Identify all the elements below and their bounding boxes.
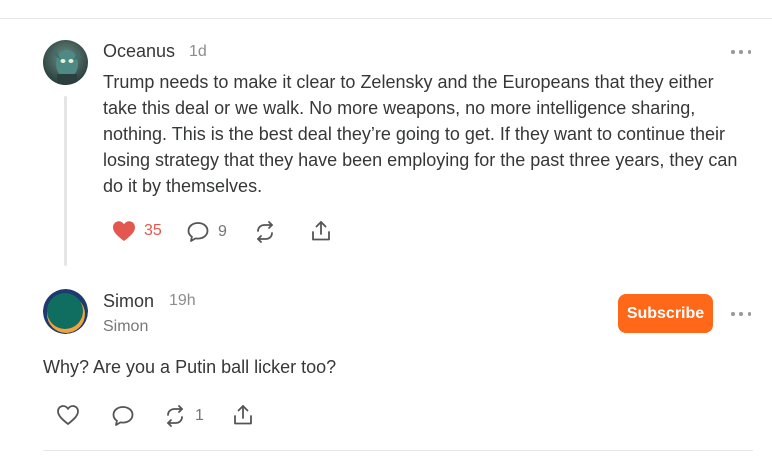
author-name[interactable]: Simon bbox=[103, 291, 154, 312]
like-button[interactable] bbox=[56, 404, 80, 426]
reply-button[interactable] bbox=[111, 404, 135, 428]
restack-count: 1 bbox=[195, 407, 204, 424]
subscribe-button[interactable]: Subscribe bbox=[618, 294, 713, 333]
restack-button[interactable]: 1 bbox=[163, 404, 204, 428]
share-button[interactable] bbox=[309, 219, 333, 243]
oceanus-avatar[interactable] bbox=[43, 40, 88, 85]
circle-gradient-avatar-icon bbox=[43, 289, 88, 334]
comment-time[interactable]: 19h bbox=[169, 292, 196, 310]
more-options-icon[interactable] bbox=[731, 309, 751, 319]
heart-outline-icon bbox=[57, 405, 79, 425]
restack-icon bbox=[257, 221, 273, 243]
thread-line bbox=[64, 96, 67, 266]
author-handle: Simon bbox=[103, 318, 149, 335]
share-button[interactable] bbox=[231, 403, 255, 427]
comment-bubble-icon bbox=[187, 222, 209, 242]
top-divider bbox=[0, 18, 772, 19]
reply-button[interactable]: 9 bbox=[186, 220, 227, 244]
share-icon bbox=[234, 405, 252, 425]
comment-bubble-icon bbox=[112, 406, 134, 426]
restack-icon bbox=[167, 405, 183, 427]
like-button[interactable]: 35 bbox=[112, 220, 162, 242]
restack-button[interactable] bbox=[253, 220, 277, 244]
comment-time[interactable]: 1d bbox=[189, 43, 207, 61]
simon-avatar[interactable] bbox=[43, 289, 88, 334]
heart-filled-icon bbox=[113, 221, 135, 241]
bottom-divider bbox=[43, 450, 753, 451]
more-options-icon[interactable] bbox=[731, 47, 751, 57]
alien-portrait-avatar-icon bbox=[43, 40, 88, 85]
comment-body: Why? Are you a Putin ball licker too? bbox=[43, 357, 337, 377]
share-icon bbox=[312, 221, 330, 241]
reply-count: 9 bbox=[218, 223, 227, 240]
author-name[interactable]: Oceanus bbox=[103, 41, 175, 62]
like-count: 35 bbox=[144, 222, 162, 239]
comment-body: Trump needs to make it clear to Zelensky… bbox=[103, 72, 738, 196]
